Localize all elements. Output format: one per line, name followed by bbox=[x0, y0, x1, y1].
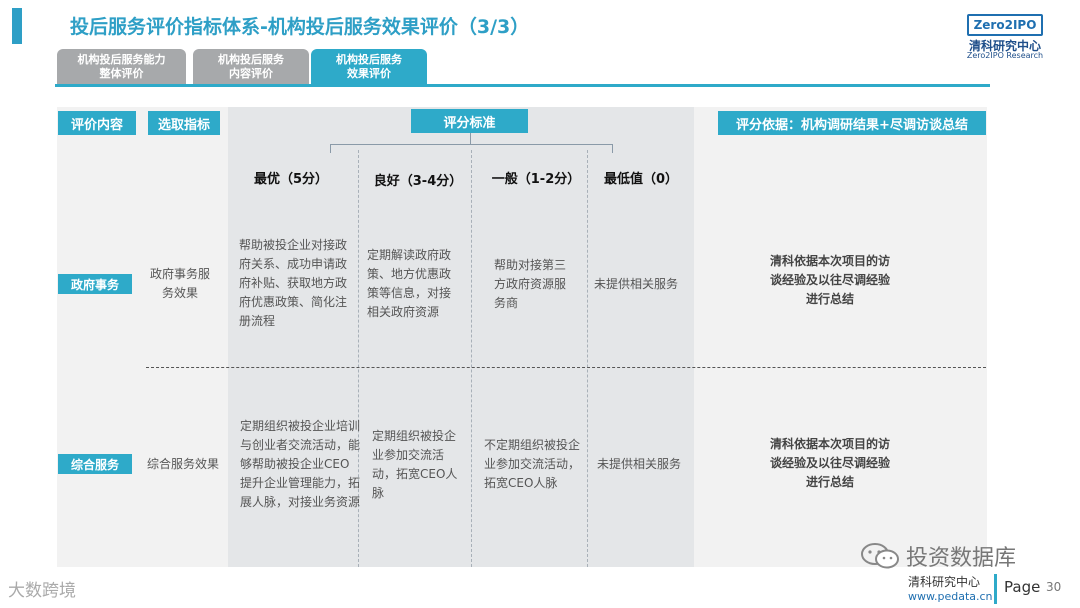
zero2ipo-logo: Zero2IPO bbox=[967, 14, 1043, 36]
tab-label-line1: 机构投后服务能力 bbox=[77, 53, 166, 66]
criteria-cell-best: 定期组织被投企业培训与创业者交流活动，能够帮助被投企业CEO提升企业管理能力，拓… bbox=[240, 419, 361, 509]
logo-english-name: Zero2IPO Research bbox=[966, 51, 1044, 60]
criteria-cell-good: 定期解读政府政策、地方优惠政策等信息，对接相关政府资源 bbox=[367, 248, 452, 319]
footer-url[interactable]: www.pedata.cn bbox=[908, 590, 993, 603]
category-government-affairs: 政府事务 bbox=[58, 274, 132, 294]
tab-label-line2: 效果评价 bbox=[347, 67, 391, 80]
header-criteria: 评分标准 bbox=[411, 109, 528, 133]
header-content: 评价内容 bbox=[58, 111, 136, 135]
header-basis: 评分依据：机构调研结果+尽调访谈总结 bbox=[718, 111, 986, 135]
column-divider bbox=[471, 150, 472, 567]
tab-label-line1: 机构投后服务 bbox=[336, 53, 402, 66]
basis-cell: 清科依据本次项目的访谈经验及以往尽调经验进行总结 bbox=[769, 437, 890, 489]
level-average: 一般（1-2分） bbox=[491, 172, 581, 187]
level-good: 良好（3-4分） bbox=[373, 174, 463, 189]
tab-content-evaluation[interactable]: 机构投后服务 内容评价 bbox=[193, 49, 309, 85]
criteria-bracket-stem bbox=[470, 133, 471, 144]
footer-separator bbox=[994, 574, 997, 604]
category-comprehensive-services: 综合服务 bbox=[58, 454, 132, 474]
left-watermark: 大数跨境 bbox=[8, 581, 76, 601]
indicator-cell: 政府事务服务效果 bbox=[149, 267, 210, 300]
indicator-cell: 综合服务效果 bbox=[146, 457, 219, 471]
criteria-cell-average: 帮助对接第三方政府资源服务商 bbox=[494, 258, 567, 310]
footer-org: 清科研究中心 bbox=[908, 575, 981, 589]
level-lowest: 最低值（0） bbox=[603, 172, 679, 187]
criteria-cell-good: 定期组织被投企业参加交流活动，拓宽CEO人脉 bbox=[372, 429, 458, 500]
title-accent-bar bbox=[12, 8, 22, 44]
tab-underline bbox=[55, 84, 990, 87]
tab-label-line2: 内容评价 bbox=[229, 67, 273, 80]
level-best: 最优（5分） bbox=[253, 172, 329, 187]
page-number: 30 bbox=[1046, 580, 1062, 594]
header-indicator: 选取指标 bbox=[148, 111, 220, 135]
tab-label-line1: 机构投后服务 bbox=[218, 53, 284, 66]
column-divider bbox=[587, 150, 588, 567]
wechat-icon bbox=[861, 543, 899, 569]
criteria-cell-average: 不定期组织被投企业参加交流活动，拓宽CEO人脉 bbox=[484, 438, 581, 490]
row-divider bbox=[146, 367, 986, 368]
criteria-cell-best: 帮助被投企业对接政府关系、成功申请政府补贴、获取地方政府优惠政策、简化注册流程 bbox=[239, 238, 348, 328]
tab-label-line2: 整体评价 bbox=[99, 67, 144, 80]
right-watermark: 投资数据库 bbox=[906, 546, 1017, 571]
basis-cell: 清科依据本次项目的访谈经验及以往尽调经验进行总结 bbox=[769, 254, 890, 306]
criteria-cell-lowest: 未提供相关服务 bbox=[594, 277, 679, 291]
criteria-cell-lowest: 未提供相关服务 bbox=[597, 457, 682, 471]
tab-effect-evaluation[interactable]: 机构投后服务 效果评价 bbox=[311, 49, 427, 85]
tab-capability-evaluation[interactable]: 机构投后服务能力 整体评价 bbox=[57, 49, 186, 85]
page-label: Page bbox=[1004, 578, 1041, 596]
page-title: 投后服务评价指标体系-机构投后服务效果评价（3/3） bbox=[70, 16, 530, 38]
